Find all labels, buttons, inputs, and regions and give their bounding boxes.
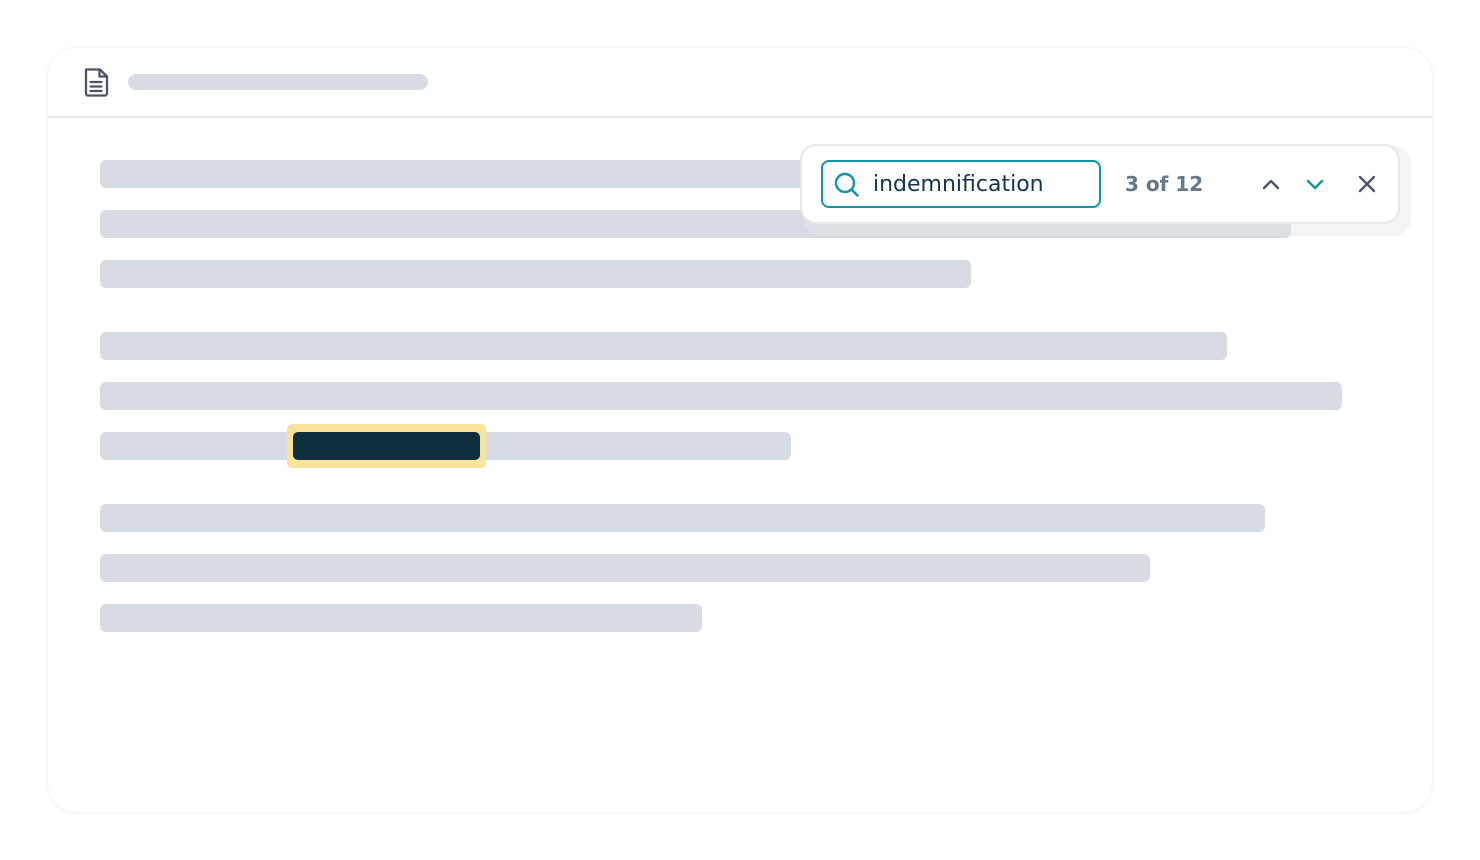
search-query-text[interactable]: indemnification	[873, 171, 1044, 199]
document-title-placeholder	[128, 74, 428, 90]
next-match-button[interactable]	[1301, 170, 1329, 198]
search-input[interactable]: indemnification	[821, 160, 1101, 208]
search-icon	[833, 171, 861, 199]
text-line-placeholder	[100, 504, 1265, 532]
close-button[interactable]	[1353, 170, 1381, 198]
text-line-placeholder	[100, 260, 971, 288]
document-header	[48, 48, 1432, 118]
chevron-down-icon	[1306, 179, 1324, 190]
current-match-highlight[interactable]	[287, 424, 486, 468]
text-line-placeholder	[100, 332, 1227, 360]
match-count: 3 of 12	[1125, 172, 1204, 196]
previous-match-button[interactable]	[1257, 170, 1285, 198]
find-bar: indemnification 3 of 12	[800, 144, 1400, 224]
close-icon	[1358, 175, 1376, 193]
current-match-text	[293, 432, 480, 460]
text-line-placeholder	[100, 382, 1342, 410]
text-line-placeholder	[100, 554, 1150, 582]
document-icon	[81, 66, 111, 98]
text-line-placeholder	[100, 604, 702, 632]
chevron-up-icon	[1262, 179, 1280, 190]
